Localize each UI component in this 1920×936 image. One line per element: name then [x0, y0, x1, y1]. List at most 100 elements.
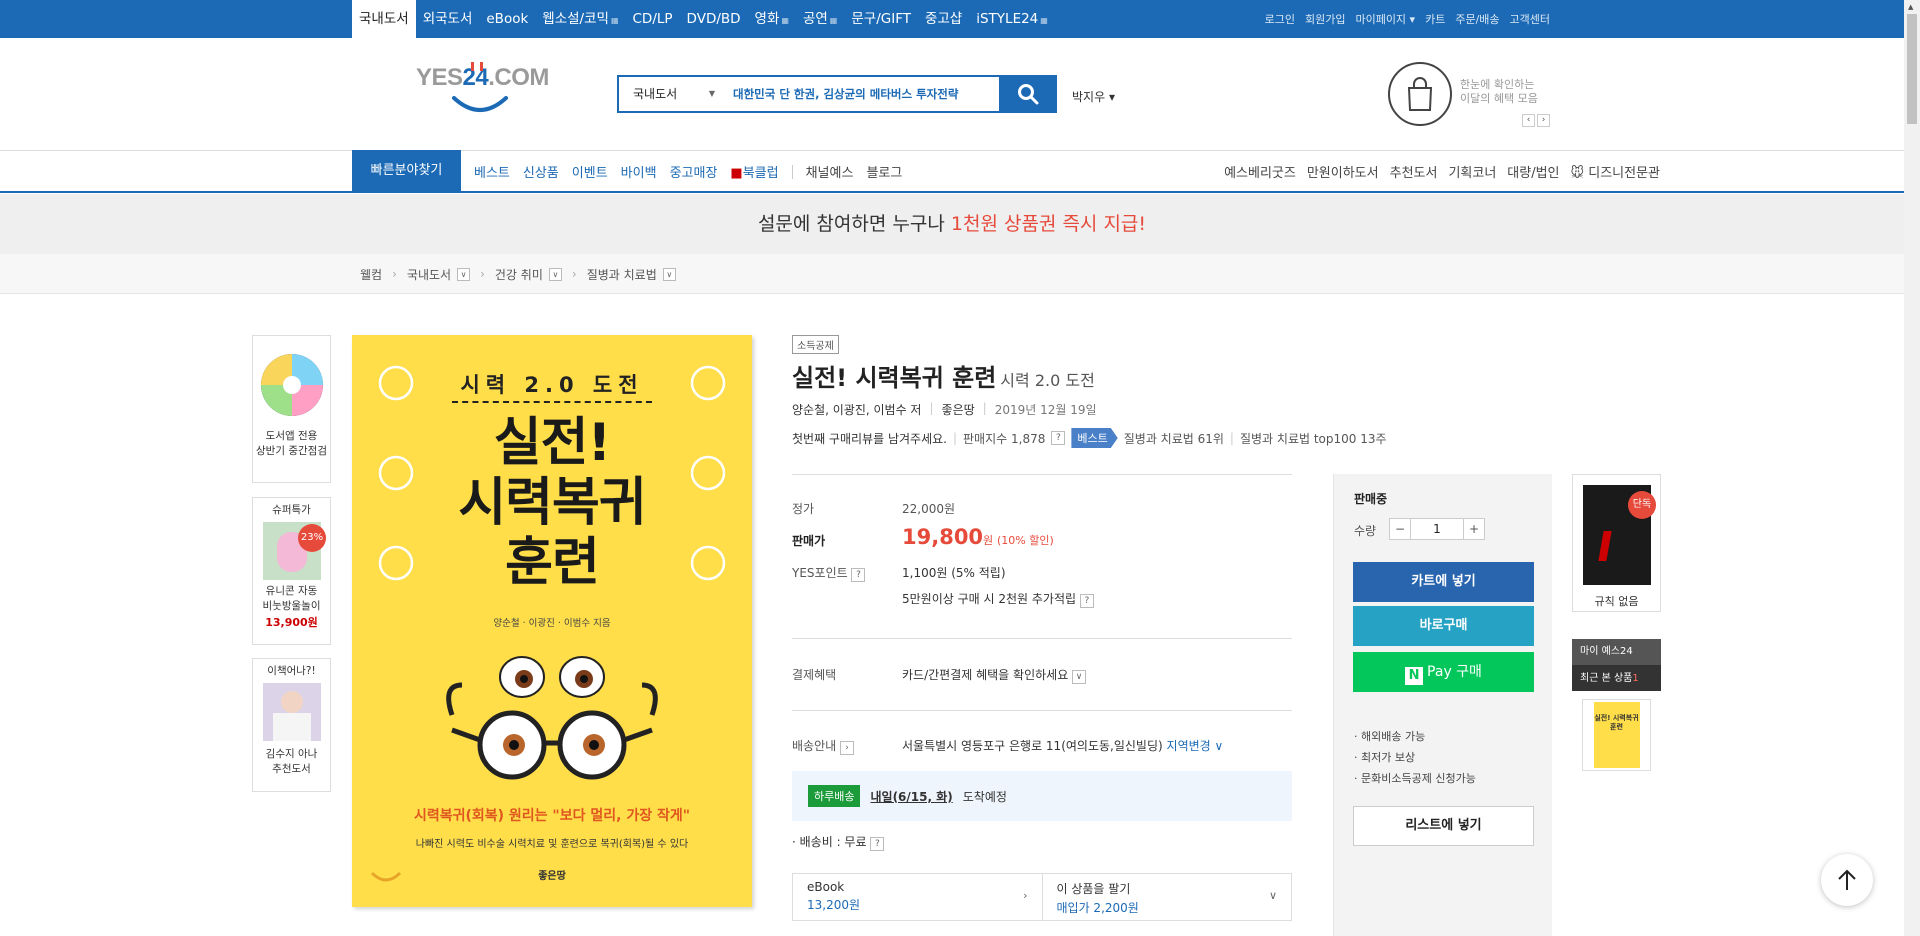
top-nav-movie[interactable]: 영화 ▦ [748, 0, 796, 38]
support-link[interactable]: 고객센터 [1510, 11, 1550, 27]
chevron-right-icon[interactable]: › [840, 741, 854, 755]
exclusive-badge: 단독 [1628, 491, 1656, 519]
nav-buyback[interactable]: 바이백 [621, 162, 657, 181]
minus-button[interactable]: − [1390, 519, 1410, 539]
region-change-link[interactable]: 지역변경 [1167, 739, 1211, 753]
help-icon[interactable]: ? [1051, 431, 1066, 445]
dropdown-icon[interactable]: ∨ [548, 267, 562, 281]
nav-best[interactable]: 베스트 [474, 162, 510, 181]
tax-deduction-tag: 소득공제 [792, 335, 839, 354]
search-button[interactable] [999, 75, 1057, 113]
survey-banner[interactable]: 설문에 참여하면 누구나 1천원 상품권 즉시 지급! [0, 194, 1904, 254]
nav-goods[interactable]: 예스베리굿즈 [1224, 162, 1296, 181]
nav-event[interactable]: 이벤트 [572, 162, 608, 181]
review-link[interactable]: 첫번째 구매리뷰를 남겨주세요. [792, 430, 947, 447]
promo-pager: ‹ › [1522, 114, 1550, 127]
publisher-link[interactable]: 좋은땅 [942, 401, 975, 418]
divider: | [952, 431, 958, 445]
mypage-link[interactable]: 마이페이지 ▾ [1355, 11, 1415, 27]
recommend-box[interactable]: 이책어나?! 김수지 아나 추천도서 [252, 658, 331, 792]
nav-special-corner[interactable]: 기획코너 [1448, 162, 1496, 181]
dropdown-icon[interactable]: ∨ [457, 267, 471, 281]
help-icon[interactable]: ? [1079, 594, 1094, 608]
super-deal-box[interactable]: 슈퍼특가 23% 유니콘 자동 비눗방울놀이 13,900원 [252, 497, 331, 645]
benefit-promo-text[interactable]: 한눈에 확인하는 이달의 혜택 모음 [1460, 78, 1538, 106]
rank-link-1[interactable]: 질병과 치료법 61위 [1124, 430, 1224, 447]
eyes-icon [471, 62, 483, 71]
top-nav-ebook[interactable]: eBook [479, 0, 535, 38]
nav-blog[interactable]: 블로그 [866, 162, 902, 181]
crumb-welcome[interactable]: 웰컴 [360, 266, 382, 283]
recent-viewed-title[interactable]: 최근 본 상품1 [1572, 665, 1661, 691]
top-nav-foreign-books[interactable]: 외국도서 [416, 0, 480, 38]
rank-link-2[interactable]: 질병과 치료법 top100 13주 [1240, 430, 1387, 447]
dropdown-icon[interactable]: ∨ [662, 267, 676, 281]
user-name[interactable]: 박지우 ▾ [1072, 88, 1115, 105]
scrollbar-thumb[interactable] [1907, 14, 1917, 124]
page-scrollbar[interactable]: ▲ [1904, 0, 1920, 936]
top-nav-dvd-bd[interactable]: DVD/BD [680, 0, 748, 38]
crumb-health[interactable]: 건강 취미 [495, 266, 543, 283]
app-promo-box[interactable]: 도서앱 전용 상반기 중간점검 [252, 335, 331, 483]
ebook-option[interactable]: eBook 13,200원 › [793, 874, 1043, 920]
nav-used-store[interactable]: 중고매장 [670, 162, 718, 181]
add-to-list-button[interactable]: 리스트에 넣기 [1353, 806, 1534, 846]
naver-pay-button[interactable]: N Pay 구매 [1353, 652, 1534, 692]
chevron-right-icon[interactable]: › [1537, 114, 1550, 127]
quantity-input[interactable]: 1 [1410, 519, 1464, 539]
plus-button[interactable]: + [1464, 519, 1484, 539]
help-icon[interactable]: ? [870, 837, 885, 851]
face-shape [280, 691, 303, 713]
payment-benefit[interactable]: 카드/간편결제 혜택을 확인하세요 ∨ [902, 666, 1087, 684]
cart-link[interactable]: 카트 [1425, 11, 1445, 27]
breadcrumb-bar: 웰컴 › 국내도서 ∨ › 건강 취미 ∨ › 질병과 치료법 ∨ [0, 254, 1904, 294]
nav-recommended[interactable]: 추천도서 [1390, 162, 1438, 181]
top-nav-cd-lp[interactable]: CD/LP [626, 0, 680, 38]
divider [791, 164, 793, 179]
chevron-right-icon: › [1023, 889, 1028, 902]
benefit-bag-button[interactable] [1388, 62, 1452, 126]
search-category-select[interactable]: 국내도서 ▼ [619, 77, 727, 111]
shopping-bag-icon [1407, 77, 1433, 111]
crumb-disease[interactable]: 질병과 치료법 [587, 266, 657, 283]
product-title: 실전! 시력복귀 훈련 시력 2.0 도전 [792, 364, 1095, 392]
top-nav-domestic-books[interactable]: 국내도서 [352, 0, 416, 38]
scroll-up-icon[interactable]: ▲ [1908, 3, 1913, 11]
orders-link[interactable]: 주문/배송 [1455, 11, 1499, 27]
chevron-down-icon[interactable]: ∨ [1072, 670, 1087, 684]
naver-n-icon: N [1405, 667, 1424, 685]
exclusive-product-box[interactable]: 단독 규칙 없음 [1572, 474, 1661, 612]
top-nav-webnovel[interactable]: 웹소설/코믹 ▦ [535, 0, 625, 38]
scroll-to-top-button[interactable] [1821, 854, 1873, 906]
my-yes24-title[interactable]: 마이 예스24 [1572, 639, 1661, 665]
alt-format-bar: eBook 13,200원 › 이 상품을 팔기 매입가 2,200원 ∨ [792, 873, 1292, 921]
delivery-estimate: 하루배송 내일(6/15, 화) 도착예정 [792, 771, 1292, 821]
login-link[interactable]: 로그인 [1265, 11, 1295, 27]
delivery-date[interactable]: 내일(6/15, 화) [870, 788, 952, 805]
recent-item-thumbnail[interactable]: 실전! 시력복귀 훈련 [1582, 699, 1651, 771]
nav-bookclub[interactable]: ■북클럽 [730, 162, 778, 181]
book-cover-image[interactable]: 시력 2.0 도전 실전! 시력복귀 훈련 양순철 · 이광진 · 이범수 지음… [352, 335, 752, 907]
top-nav-show[interactable]: 공연 ▦ [796, 0, 844, 38]
nav-under-10000[interactable]: 만원이하도서 [1307, 162, 1379, 181]
nav-new[interactable]: 신상품 [523, 162, 559, 181]
bookclub-icon: ■ [730, 166, 743, 181]
help-icon[interactable]: ? [851, 568, 866, 582]
nav-disney[interactable]: 🐭 디즈니전문관 [1571, 162, 1660, 181]
nav-bulk[interactable]: 대량/법인 [1507, 162, 1559, 181]
top-nav-used[interactable]: 중고샵 [918, 0, 969, 38]
add-to-cart-button[interactable]: 카트에 넣기 [1353, 562, 1534, 602]
chevron-left-icon[interactable]: ‹ [1522, 114, 1535, 127]
crumb-domestic[interactable]: 국내도서 [407, 266, 451, 283]
top-nav-gift[interactable]: 문구/GIFT [844, 0, 918, 38]
authors-link[interactable]: 양순철, 이광진, 이범수 저 [792, 401, 921, 418]
sub-nav-left: 베스트 신상품 이벤트 바이백 중고매장 ■북클럽 채널예스 블로그 [474, 151, 902, 192]
buy-now-button[interactable]: 바로구매 [1353, 606, 1534, 646]
quick-category-button[interactable]: 빠른분야찾기 [352, 150, 461, 193]
divider: | [929, 401, 934, 415]
yes24-logo[interactable]: YES24.COM [416, 62, 556, 124]
signup-link[interactable]: 회원가입 [1305, 11, 1345, 27]
sell-this-item-option[interactable]: 이 상품을 팔기 매입가 2,200원 ∨ [1043, 874, 1292, 920]
top-nav-istyle24[interactable]: iSTYLE24 ▦ [969, 0, 1055, 38]
nav-channel-yes[interactable]: 채널예스 [806, 162, 854, 181]
